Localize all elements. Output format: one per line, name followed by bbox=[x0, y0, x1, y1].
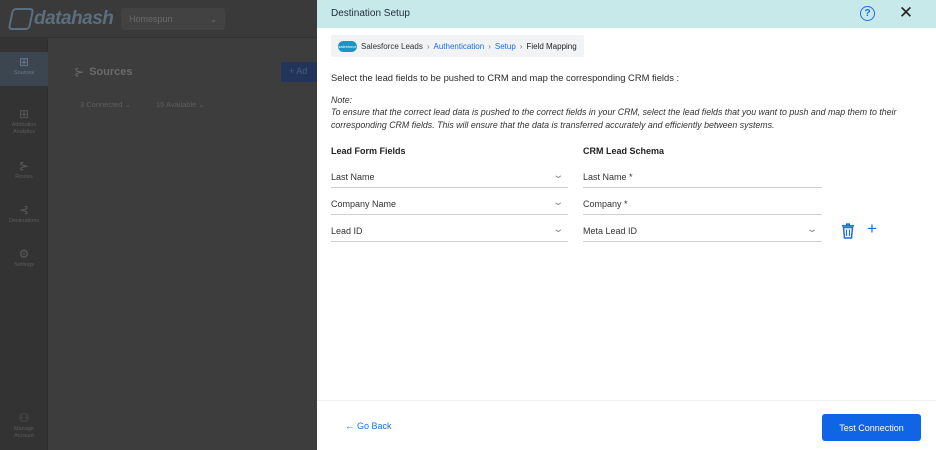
panel-header: Destination Setup ? ✕ bbox=[317, 0, 936, 28]
chevron-down-icon: ⌄ bbox=[805, 224, 818, 235]
instruction-text: Select the lead fields to be pushed to C… bbox=[331, 72, 680, 83]
crm-field-text: Company * bbox=[583, 199, 628, 209]
go-back-label: Go Back bbox=[357, 421, 392, 431]
sidebar-item-label: Manage Account bbox=[14, 426, 34, 439]
add-source-button[interactable]: + Ad bbox=[281, 62, 321, 82]
sidebar-item-label: Sources bbox=[13, 70, 35, 76]
crm-field-select[interactable]: Meta Lead ID ⌄ bbox=[583, 220, 822, 242]
crm-field-text: Last Name * bbox=[583, 172, 633, 182]
logo-icon bbox=[7, 8, 35, 30]
breadcrumb-authentication[interactable]: Authentication bbox=[434, 42, 485, 51]
grid-icon: ⊞ bbox=[18, 55, 30, 69]
crm-field-text: Meta Lead ID bbox=[583, 226, 638, 236]
breadcrumb-setup[interactable]: Setup bbox=[495, 42, 516, 51]
workspace-name: Homespun bbox=[129, 14, 173, 24]
page-title: ⊱ Sources bbox=[74, 65, 133, 79]
note-label: Note: bbox=[331, 95, 353, 105]
grid-icon: ⊞ bbox=[18, 107, 30, 121]
sidebar-item-attribution[interactable]: ⊞ Attribution Analytics bbox=[0, 108, 48, 136]
go-back-button[interactable]: ← Go Back bbox=[345, 421, 392, 431]
sidebar-item-label: Destinations bbox=[8, 218, 40, 224]
lead-field-value: Last Name bbox=[331, 172, 375, 182]
breadcrumb-field-mapping: Field Mapping bbox=[526, 41, 577, 51]
logo-text: datahash bbox=[34, 8, 114, 29]
workspace-selector[interactable]: Homespun ⌄ bbox=[121, 8, 225, 30]
breadcrumb: salesforce Salesforce Leads › Authentica… bbox=[331, 35, 584, 57]
sidebar-item-settings[interactable]: ⚙ Settings bbox=[0, 248, 48, 269]
breadcrumb-separator: › bbox=[519, 41, 523, 51]
chevron-down-icon: ⌄ bbox=[210, 14, 217, 24]
sidebar: ⊞ Sources ⊞ Attribution Analytics ⊱ Rout… bbox=[0, 38, 48, 450]
salesforce-cloud-icon: salesforce bbox=[338, 40, 357, 52]
destination-setup-panel: Destination Setup ? ✕ salesforce Salesfo… bbox=[317, 0, 936, 450]
sidebar-item-label: Routes bbox=[15, 174, 33, 180]
lead-field-value: Lead ID bbox=[331, 226, 363, 236]
chevron-down-icon: ⌄ bbox=[551, 224, 564, 235]
help-icon[interactable]: ? bbox=[860, 6, 875, 21]
lead-field-select[interactable]: Last Name ⌄ bbox=[331, 166, 568, 188]
trash-icon[interactable] bbox=[841, 223, 855, 239]
add-mapping-icon[interactable]: + bbox=[865, 220, 879, 238]
lead-field-value: Company Name bbox=[331, 199, 397, 209]
users-icon: ⚇ bbox=[18, 411, 30, 425]
lead-form-fields-header: Lead Form Fields bbox=[331, 146, 406, 156]
panel-title: Destination Setup bbox=[331, 8, 410, 19]
note-text: To ensure that the correct lead data is … bbox=[331, 107, 897, 130]
breadcrumb-separator: › bbox=[488, 41, 491, 51]
arrow-left-icon: ← bbox=[345, 421, 354, 431]
sidebar-item-routes[interactable]: ⊱ Routes bbox=[0, 160, 48, 181]
sidebar-item-label: Attribution Analytics bbox=[11, 122, 37, 135]
gear-icon: ⚙ bbox=[18, 247, 30, 261]
logo: datahash bbox=[7, 8, 114, 30]
chevron-down-icon: ⌄ bbox=[551, 197, 564, 208]
close-icon[interactable]: ✕ bbox=[897, 3, 915, 23]
test-connection-button[interactable]: Test Connection bbox=[822, 414, 921, 441]
lead-field-select[interactable]: Company Name ⌄ bbox=[331, 193, 568, 215]
sidebar-item-label: Settings bbox=[14, 262, 34, 268]
lead-field-select[interactable]: Lead ID ⌄ bbox=[331, 220, 568, 242]
filter-connected[interactable]: 3 Connected ⌄ bbox=[80, 100, 131, 109]
filter-available[interactable]: 15 Available ⌄ bbox=[156, 100, 205, 109]
breadcrumb-source: Salesforce Leads bbox=[361, 41, 423, 51]
crm-lead-schema-header: CRM Lead Schema bbox=[583, 146, 665, 156]
sidebar-item-sources[interactable]: ⊞ Sources bbox=[0, 52, 48, 86]
sidebar-item-manage-account[interactable]: ⚇ Manage Account bbox=[0, 412, 48, 440]
breadcrumb-separator: › bbox=[426, 41, 430, 51]
crm-field-value: Last Name * bbox=[583, 166, 822, 188]
chevron-down-icon: ⌄ bbox=[551, 170, 564, 181]
panel-footer: ← Go Back Test Connection bbox=[317, 400, 936, 450]
route-icon: ⊱ bbox=[74, 65, 85, 79]
route-icon: ⊱ bbox=[18, 159, 30, 173]
sidebar-item-destinations[interactable]: ⊰ Destinations bbox=[0, 204, 48, 225]
crm-field-value: Company * bbox=[583, 193, 822, 215]
route-icon: ⊰ bbox=[18, 203, 30, 217]
